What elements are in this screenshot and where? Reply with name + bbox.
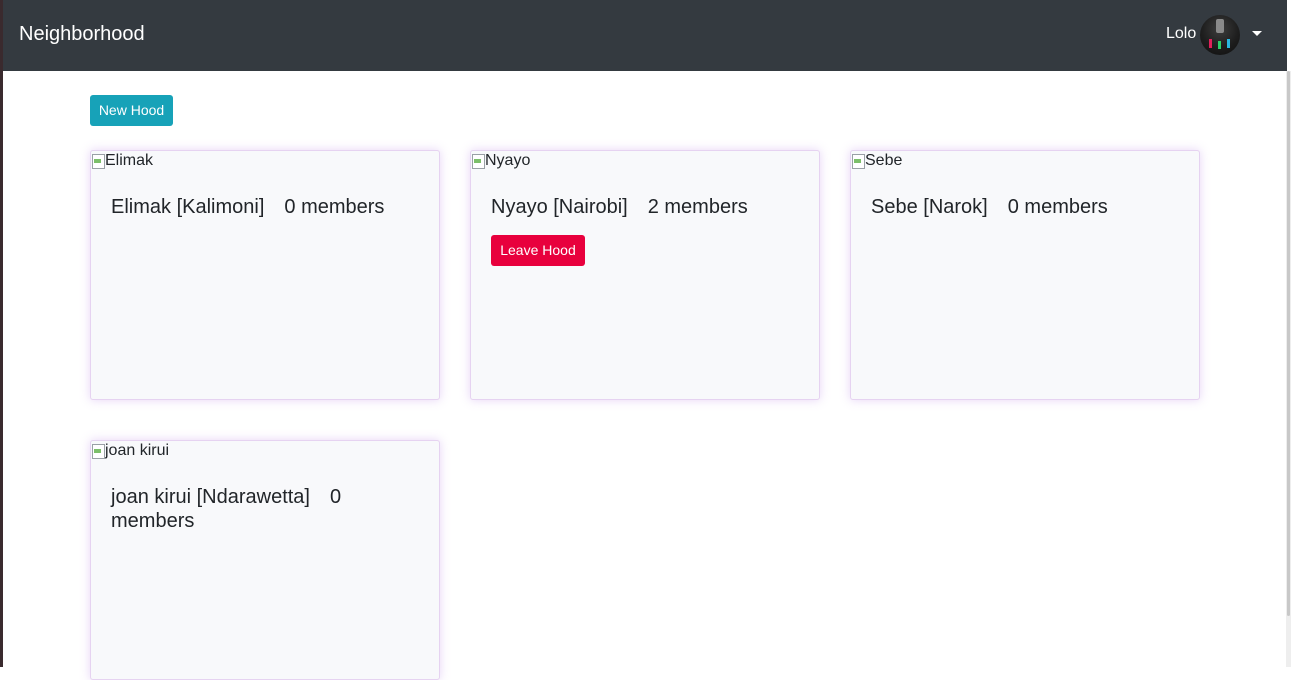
hood-card: Nyayo Nyayo [Nairobi] 2 members Leave Hoo… <box>470 150 820 400</box>
window-edge <box>0 0 3 667</box>
broken-image-icon <box>471 153 485 169</box>
hood-image-alt: Sebe <box>865 152 903 169</box>
hood-title: Sebe [Narok] 0 members <box>871 195 1171 219</box>
hood-name[interactable]: Nyayo [Nairobi] <box>491 196 628 218</box>
hood-image: joan kirui <box>91 442 169 460</box>
page: Neighborhood Lolo New Hood Elimak Elimak… <box>0 0 1291 680</box>
top-navbar: Neighborhood Lolo <box>3 0 1287 71</box>
brand-link[interactable]: Neighborhood <box>19 22 145 46</box>
user-name: Lolo <box>1166 25 1197 42</box>
leave-hood-button[interactable]: Leave Hood <box>491 235 585 266</box>
hood-card: Sebe Sebe [Narok] 0 members <box>850 150 1200 400</box>
new-hood-button[interactable]: New Hood <box>90 95 173 126</box>
broken-image-icon <box>91 443 105 459</box>
hood-title: Nyayo [Nairobi] 2 members <box>491 195 791 219</box>
broken-image-icon <box>91 153 105 169</box>
hood-members: 0 members <box>284 196 385 218</box>
hood-image: Elimak <box>91 152 153 170</box>
caret-down-icon[interactable] <box>1252 31 1262 36</box>
hood-title: Elimak [Kalimoni] 0 members <box>111 195 411 219</box>
hood-image-alt: Nyayo <box>485 152 531 169</box>
broken-image-icon <box>851 153 865 169</box>
hood-image: Sebe <box>851 152 902 170</box>
hood-members: 0 members <box>1007 196 1108 218</box>
hood-name[interactable]: Sebe [Narok] <box>871 196 988 218</box>
scrollbar-thumb[interactable] <box>1287 71 1290 616</box>
user-avatar-icon <box>1200 15 1240 55</box>
hood-card: Elimak Elimak [Kalimoni] 0 members <box>90 150 440 400</box>
hood-card: joan kirui joan kirui [Ndarawetta] 0 memb… <box>90 440 440 680</box>
hood-name[interactable]: joan kirui [Ndarawetta] <box>111 486 310 508</box>
user-dropdown[interactable]: Lolo <box>1166 15 1266 55</box>
hood-members-wrap: members <box>111 510 195 532</box>
hood-image: Nyayo <box>471 152 530 170</box>
hood-members: 0 <box>329 486 342 508</box>
hood-image-alt: Elimak <box>105 152 154 169</box>
hood-name[interactable]: Elimak [Kalimoni] <box>111 196 264 218</box>
hood-title: joan kirui [Ndarawetta] 0 members <box>111 485 371 533</box>
hood-members: 2 members <box>647 196 748 218</box>
hood-image-alt: joan kirui <box>105 442 170 459</box>
